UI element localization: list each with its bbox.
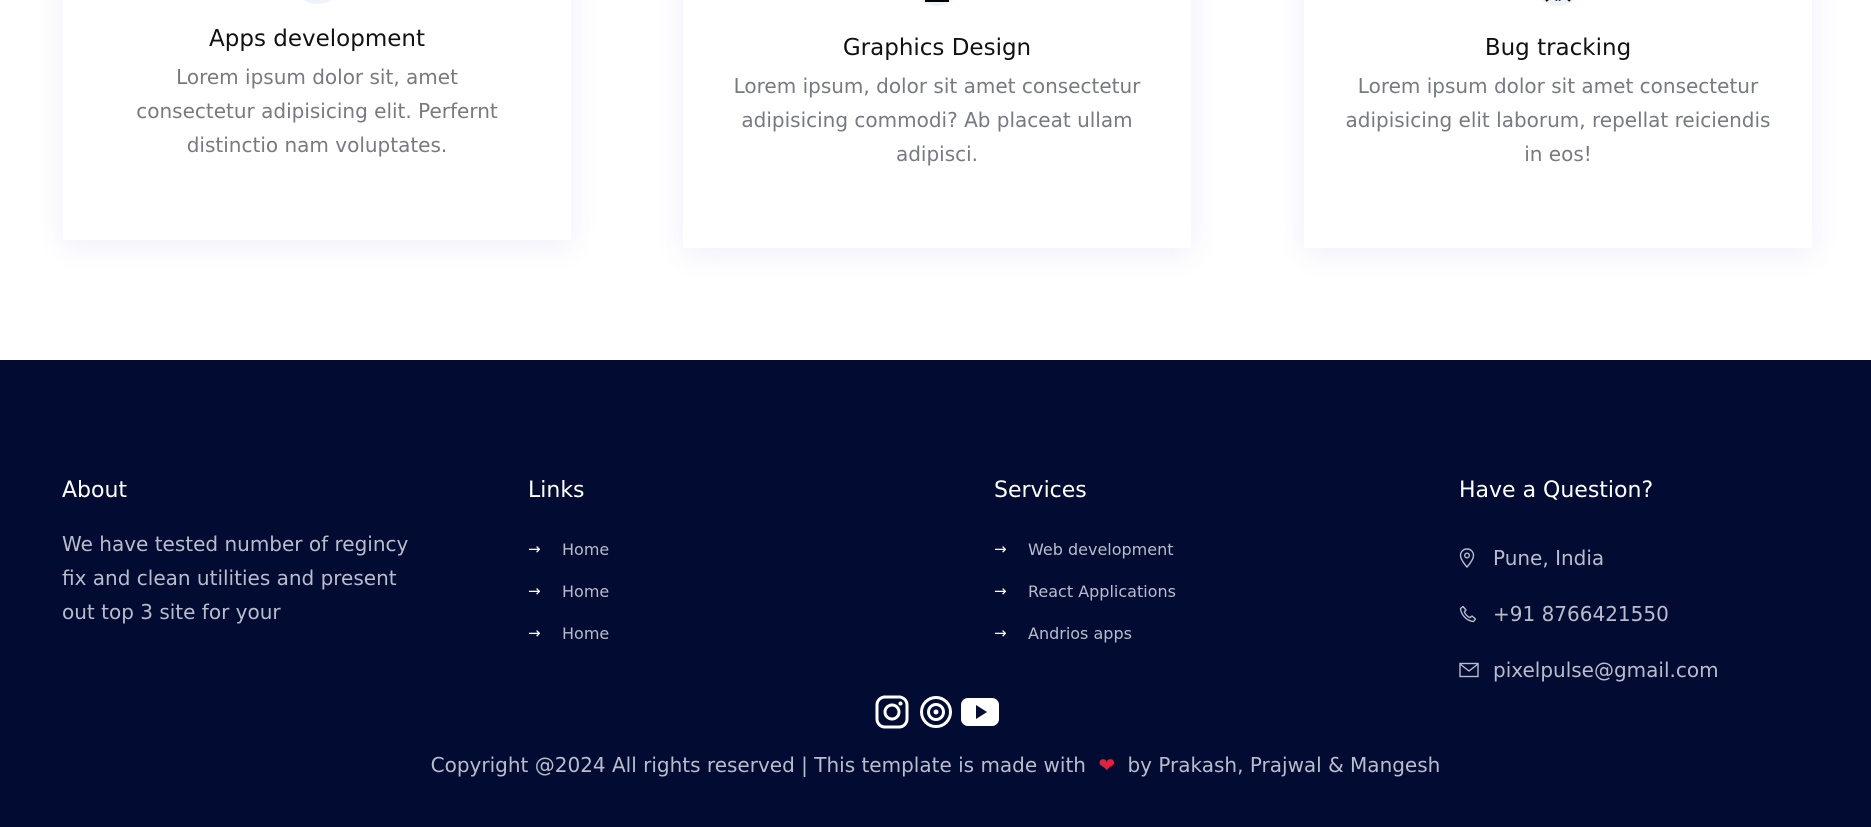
bug-icon [1533,0,1583,6]
site-footer: About We have tested number of regincy f… [0,360,1871,827]
question-heading: Have a Question? [1459,478,1654,503]
copyright-text: Copyright @2024 All rights reserved | Th… [0,748,1871,782]
service-card-bug: Bug tracking Lorem ipsum dolor sit amet … [1304,0,1812,248]
card-title: Graphics Design [842,35,1032,61]
services-list: → Web development → React Applications → An… [994,528,1394,654]
social-links [0,693,1871,731]
phone-icon [1459,605,1493,623]
service-card-apps: Apps development Lorem ipsum dolor sit, … [63,0,571,240]
link-label: Home [562,623,610,643]
card-description: Lorem ipsum dolor sit amet consectetur a… [1345,74,1771,166]
arrow-right-icon: → [528,540,541,558]
arrow-right-icon: → [994,582,1007,600]
footer-link-home[interactable]: → Home [528,612,928,654]
footer-link-home[interactable]: → Home [528,528,928,570]
link-label: React Applications [1028,581,1176,601]
footer-links: Links → Home → Home → Home [528,476,928,654]
card-description: Lorem ipsum, dolor sit amet consectetur … [733,74,1141,166]
footer-link-react-applications[interactable]: → React Applications [994,570,1394,612]
link-label: Home [562,581,610,601]
card-title: Bug tracking [1484,35,1632,61]
link-label: Andrios apps [1028,623,1132,643]
card-description: Lorem ipsum dolor sit, amet consectetur … [136,65,498,157]
footer-link-andrios-apps[interactable]: → Andrios apps [994,612,1394,654]
link-label: Web development [1028,539,1174,559]
contact-list: Pune, India +91 8766421550 pixelpulse@gm… [1459,530,1859,698]
services-heading: Services [994,478,1087,503]
mail-icon [1459,662,1493,678]
copyright-before: Copyright @2024 All rights reserved | Th… [430,753,1086,777]
links-heading: Links [528,478,585,503]
map-pin-icon [1459,548,1493,568]
footer-contact: Have a Question? Pune, India +91 8766421… [1459,476,1859,698]
heart-icon: ❤ [1098,753,1116,777]
footer-about: About We have tested number of regincy f… [62,476,462,629]
location-text: Pune, India [1493,546,1605,570]
phone-text: +91 8766421550 [1493,602,1669,626]
links-list: → Home → Home → Home [528,528,928,654]
arrow-right-icon: → [994,540,1007,558]
contact-phone[interactable]: +91 8766421550 [1459,586,1859,642]
footer-link-home[interactable]: → Home [528,570,928,612]
contact-email[interactable]: pixelpulse@gmail.com [1459,642,1859,698]
youtube-icon[interactable] [960,693,999,731]
target-icon[interactable] [917,693,955,731]
arrow-right-icon: → [994,624,1007,642]
services-section: Apps development Lorem ipsum dolor sit, … [0,0,1871,360]
email-text: pixelpulse@gmail.com [1493,658,1719,682]
link-label: Home [562,539,610,559]
arrow-right-icon: → [528,624,541,642]
arrow-right-icon: → [528,582,541,600]
service-card-graphics: Graphics Design Lorem ipsum, dolor sit a… [683,0,1191,248]
instagram-icon[interactable] [873,693,911,731]
card-title: Apps development [209,26,425,52]
footer-link-web-development[interactable]: → Web development [994,528,1394,570]
design-icon [912,0,962,6]
about-heading: About [62,478,128,503]
about-text: We have tested number of regincy fix and… [62,532,409,624]
contact-location: Pune, India [1459,530,1859,586]
grid-icon [292,0,342,4]
footer-services: Services → Web development → React Applica… [994,476,1394,654]
copyright-after: by Prakash, Prajwal & Mangesh [1127,753,1441,777]
